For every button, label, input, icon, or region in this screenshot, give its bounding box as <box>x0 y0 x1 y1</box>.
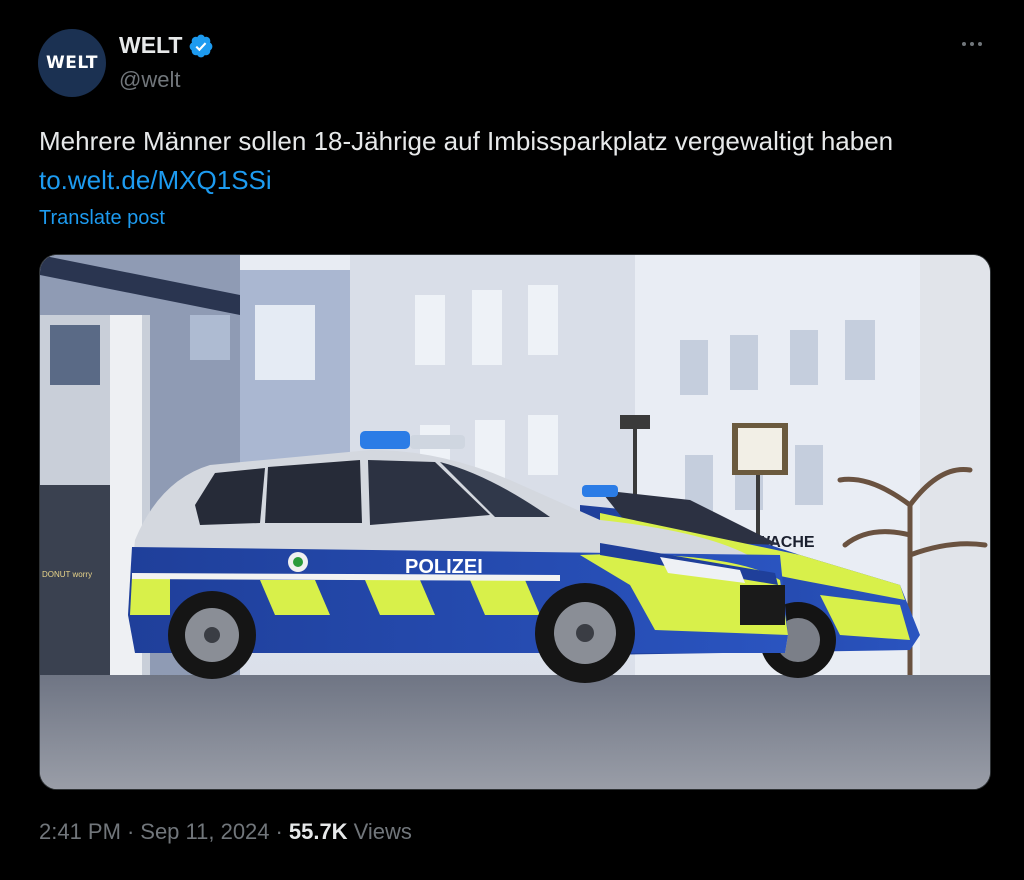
tweet-text: Mehrere Männer sollen 18-Jährige auf Imb… <box>39 122 969 200</box>
shop-sign-text: DONUT worry <box>42 570 92 579</box>
author-handle[interactable]: @welt <box>119 67 180 93</box>
car-door-label: POLIZEI <box>405 556 483 578</box>
translate-post-link[interactable]: Translate post <box>39 207 165 230</box>
more-dot-icon <box>970 42 974 46</box>
tweet-body: Mehrere Männer sollen 18-Jährige auf Imb… <box>39 126 894 156</box>
police-cars-photo: WACHE POLIZEI DONUT worry <box>40 255 990 789</box>
more-dot-icon <box>978 42 982 46</box>
avatar-logo-text: WELT <box>46 53 98 73</box>
verified-badge-icon <box>190 34 213 57</box>
tweet-link[interactable]: to.welt.de/MXQ1SSi <box>39 165 272 195</box>
post-date[interactable]: Sep 11, 2024 <box>140 819 269 845</box>
author-name-row[interactable]: WELT <box>119 32 214 59</box>
more-dot-icon <box>962 42 966 46</box>
meta-separator: · <box>275 819 283 844</box>
tweet-media-image[interactable]: WACHE POLIZEI DONUT worry <box>39 254 991 790</box>
more-options-button[interactable] <box>956 32 988 56</box>
author-display-name[interactable]: WELT <box>119 32 182 59</box>
views-label: Views <box>353 819 412 844</box>
meta-separator: · <box>126 819 135 844</box>
views-count: 55.7K <box>288 819 348 844</box>
author-avatar[interactable]: WELT <box>38 29 106 97</box>
tweet-meta: 2:41 PM · Sep 11, 2024 · 55.7K Views <box>39 819 412 845</box>
post-time[interactable]: 2:41 PM <box>39 819 121 845</box>
